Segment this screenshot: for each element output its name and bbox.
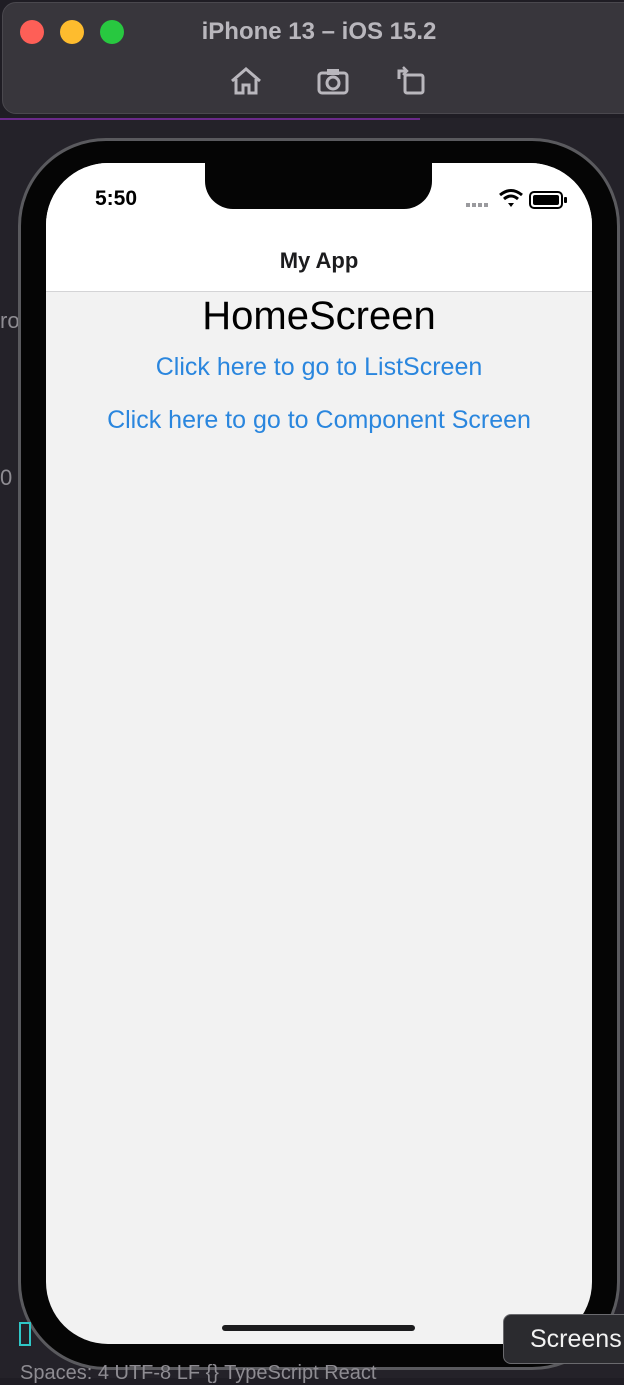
- editor-cursor: [19, 1322, 31, 1346]
- rotate-icon[interactable]: [393, 65, 429, 97]
- editor-fragment: ro: [0, 308, 20, 333]
- notch: [205, 163, 432, 209]
- battery-icon: [529, 191, 567, 209]
- page-title: HomeScreen: [202, 294, 436, 338]
- go-to-component-screen-link[interactable]: Click here to go to Component Screen: [46, 406, 592, 435]
- nav-title: My App: [279, 248, 359, 273]
- editor-fragment: 0: [0, 465, 13, 490]
- tooltip-label: Screens: [530, 1325, 622, 1353]
- simulator-titlebar: iPhone 13 – iOS 15.2: [2, 2, 624, 114]
- screens-tooltip: Screens: [503, 1314, 624, 1364]
- editor-status-bar: Spaces: 4 UTF-8 LF {} TypeScript React: [20, 1362, 377, 1384]
- cellular-signal-icon: [466, 203, 488, 207]
- status-time: 5:50: [95, 187, 138, 210]
- home-indicator[interactable]: [222, 1325, 415, 1331]
- device-screen: 5:50 My App HomeScreen Click here to go …: [46, 163, 592, 1344]
- status-icons: [466, 189, 567, 209]
- screenshot-icon[interactable]: [315, 65, 351, 97]
- home-icon[interactable]: [228, 65, 264, 97]
- simulator-title: iPhone 13 – iOS 15.2: [201, 18, 437, 45]
- go-to-list-screen-link[interactable]: Click here to go to ListScreen: [46, 353, 592, 382]
- navigation-bar: 5:50 My App: [46, 163, 592, 292]
- wifi-icon: [499, 189, 523, 207]
- editor-accent-line: [0, 118, 420, 120]
